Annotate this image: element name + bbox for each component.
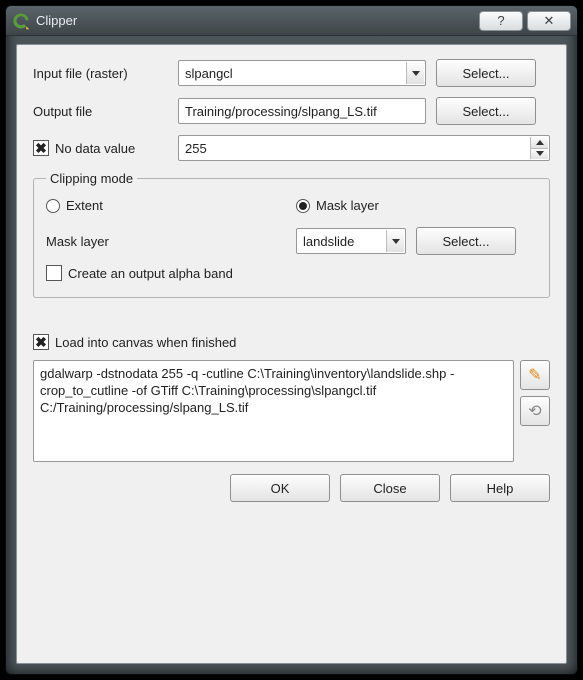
extent-label: Extent xyxy=(66,198,103,213)
output-select-button[interactable]: Select... xyxy=(436,97,536,125)
command-textarea[interactable]: gdalwarp -dstnodata 255 -q -cutline C:\T… xyxy=(33,360,514,462)
input-file-value: slpangcl xyxy=(185,66,233,81)
mask-layer-combo[interactable]: landslide xyxy=(296,228,406,254)
window-title: Clipper xyxy=(36,13,475,28)
input-file-combo[interactable]: slpangcl xyxy=(178,60,426,86)
clipper-dialog: Clipper ? ✕ Input file (raster) slpangcl… xyxy=(5,5,578,675)
output-file-value: Training/processing/slpang_LS.tif xyxy=(185,104,377,119)
alpha-band-label: Create an output alpha band xyxy=(68,266,233,281)
input-select-button[interactable]: Select... xyxy=(436,59,536,87)
alpha-band-checkbox[interactable] xyxy=(46,265,62,281)
dialog-body: Input file (raster) slpangcl Select... O… xyxy=(16,44,567,664)
help-button[interactable]: Help xyxy=(450,474,550,502)
nodata-spinbox[interactable]: 255 xyxy=(178,135,550,161)
dialog-button-row: OK Close Help xyxy=(33,474,550,502)
spin-down-icon[interactable] xyxy=(531,149,548,160)
qgis-icon xyxy=(12,12,30,30)
window-close-button[interactable]: ✕ xyxy=(527,11,571,31)
pencil-icon: ✎ xyxy=(528,365,541,385)
nodata-value: 255 xyxy=(185,141,207,156)
edit-command-button[interactable]: ✎ xyxy=(520,360,550,390)
dropdown-icon xyxy=(406,62,424,84)
nodata-checkbox[interactable]: ✖ xyxy=(33,140,49,156)
load-canvas-checkbox[interactable]: ✖ xyxy=(33,334,49,350)
spin-arrows[interactable] xyxy=(530,137,548,159)
input-file-label: Input file (raster) xyxy=(33,66,178,81)
reset-icon: ⟲ xyxy=(528,401,541,421)
reset-command-button[interactable]: ⟲ xyxy=(520,396,550,426)
clipping-mode-legend: Clipping mode xyxy=(46,171,137,186)
output-file-label: Output file xyxy=(33,104,178,119)
ok-button[interactable]: OK xyxy=(230,474,330,502)
clipping-mode-group: Clipping mode Extent Mask layer Mask lay… xyxy=(33,171,550,298)
nodata-label: No data value xyxy=(55,141,135,156)
dropdown-icon xyxy=(386,230,404,252)
extent-radio[interactable] xyxy=(46,199,60,213)
mask-radio-label: Mask layer xyxy=(316,198,379,213)
spin-up-icon[interactable] xyxy=(531,137,548,149)
context-help-button[interactable]: ? xyxy=(479,11,523,31)
mask-layer-label: Mask layer xyxy=(46,234,296,249)
mask-select-button[interactable]: Select... xyxy=(416,227,516,255)
output-file-field[interactable]: Training/processing/slpang_LS.tif xyxy=(178,98,426,124)
mask-layer-value: landslide xyxy=(303,234,354,249)
close-button[interactable]: Close xyxy=(340,474,440,502)
mask-radio[interactable] xyxy=(296,199,310,213)
titlebar[interactable]: Clipper ? ✕ xyxy=(6,6,577,36)
load-canvas-label: Load into canvas when finished xyxy=(55,335,236,350)
